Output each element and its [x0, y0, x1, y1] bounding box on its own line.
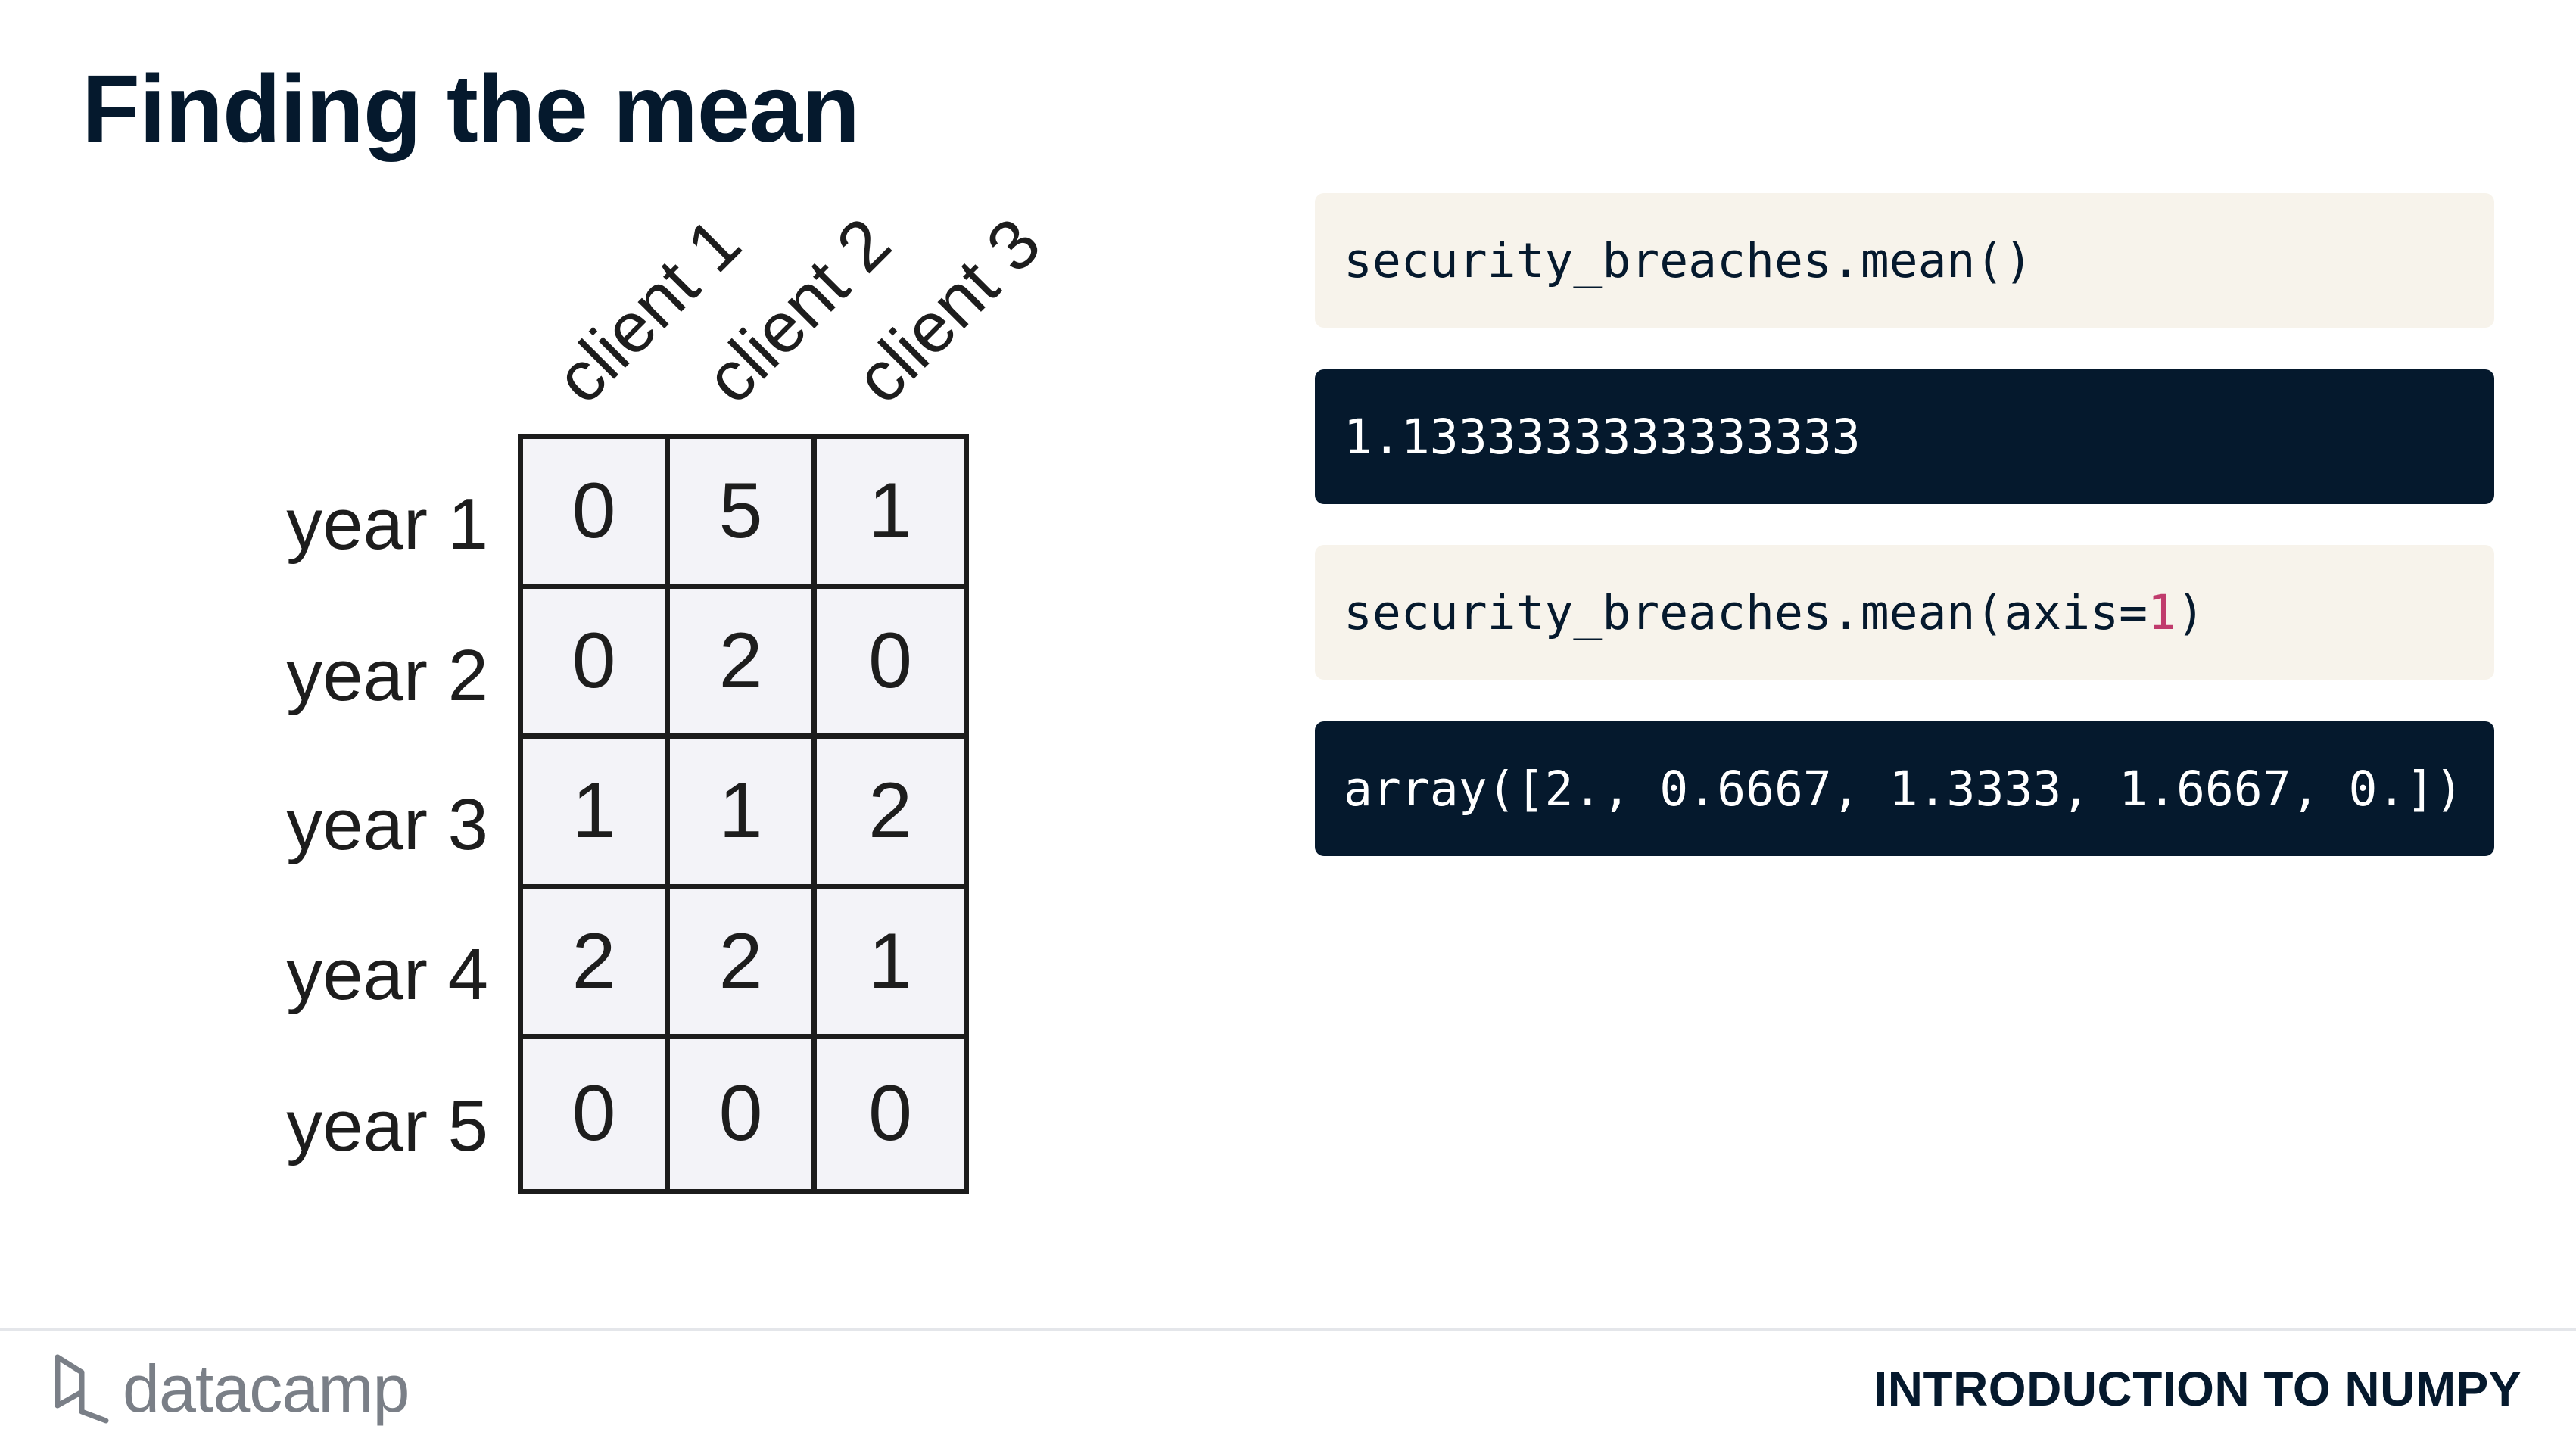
array-cell: 0	[670, 1038, 817, 1189]
array-cell: 1	[670, 739, 817, 889]
slide-title: Finding the mean	[82, 55, 860, 162]
row-label-year-4: year 4	[286, 934, 488, 1015]
row-label-year-5: year 5	[286, 1085, 488, 1166]
brand-name: datacamp	[123, 1351, 410, 1426]
array-cell: 2	[670, 589, 817, 740]
output-block-mean-axis: array([2., 0.6667, 1.3333, 1.6667, 0.])	[1315, 721, 2494, 856]
array-cell: 0	[523, 589, 670, 740]
output-text: array([2., 0.6667, 1.3333, 1.6667, 0.])	[1344, 761, 2464, 817]
code-text-suffix: )	[2176, 584, 2205, 640]
course-title: INTRODUCTION TO NUMPY	[1874, 1362, 2521, 1416]
output-text: 1.1333333333333333	[1344, 409, 1861, 465]
code-text-prefix: security_breaches.mean(axis=	[1344, 584, 2148, 640]
array-cell: 0	[868, 1070, 912, 1158]
code-number-literal: 1	[2148, 584, 2176, 640]
array-cell: 2	[670, 889, 817, 1039]
brand-logo: datacamp	[51, 1351, 410, 1427]
array-cell: 2	[523, 889, 670, 1039]
code-block-mean-axis: security_breaches.mean(axis= 1)	[1315, 545, 2494, 680]
array-cell: 1	[817, 889, 964, 1039]
row-label-year-2: year 2	[286, 635, 488, 716]
row-label-year-3: year 3	[286, 784, 488, 865]
datacamp-logo-icon	[55, 1354, 109, 1424]
code-text: security_breaches.mean()	[1344, 232, 2033, 288]
row-label-year-1: year 1	[286, 484, 488, 565]
array-cell: 1	[817, 439, 964, 590]
footer-divider	[0, 1328, 2576, 1331]
array-cell: 0	[817, 589, 964, 740]
array-cell: 2	[817, 739, 964, 889]
array-cell: 1	[523, 739, 670, 889]
array-cell: 0	[523, 1038, 670, 1189]
array-cell: 0	[523, 439, 670, 590]
output-block-mean: 1.1333333333333333	[1315, 369, 2494, 504]
code-block-mean: security_breaches.mean()	[1315, 193, 2494, 328]
array-grid: 0 5 1 0 2 0 1 1 2 2 2 1 0 0 0	[518, 434, 969, 1194]
array-cell: 5	[670, 439, 817, 590]
